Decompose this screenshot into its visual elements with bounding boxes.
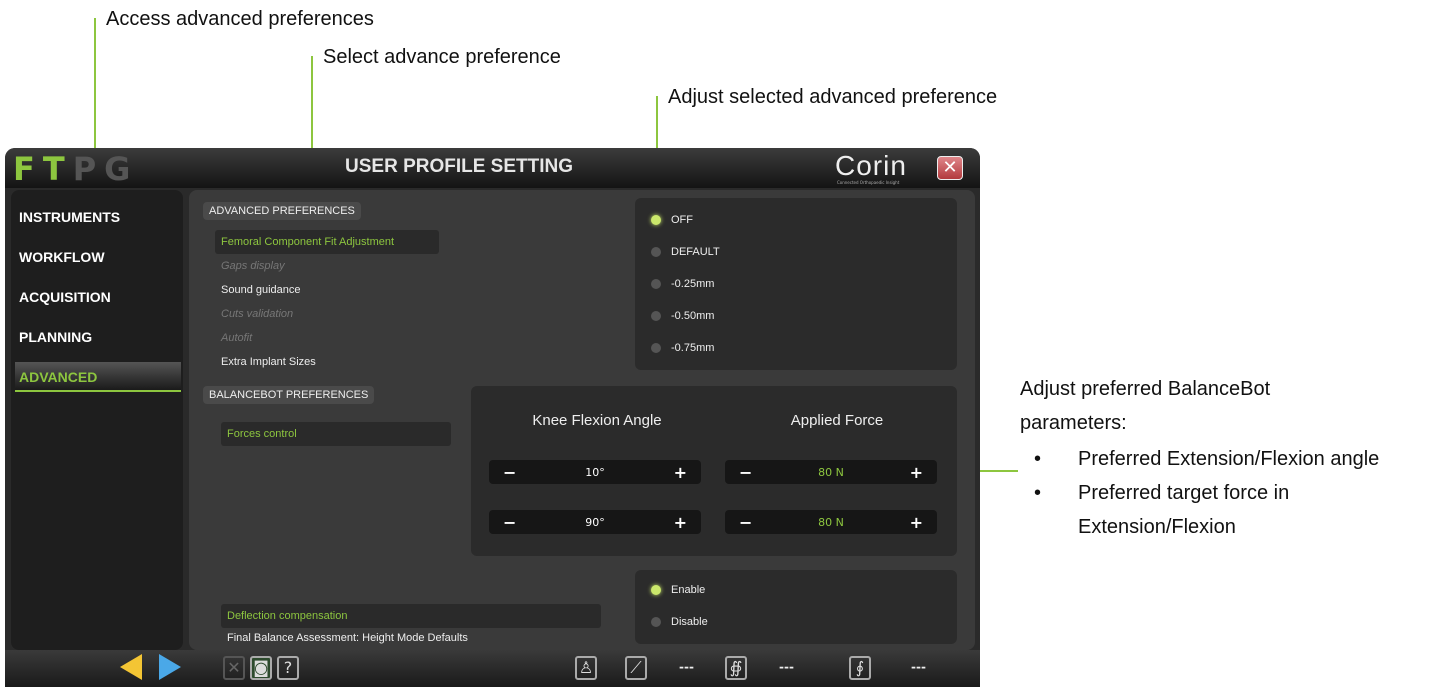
angle-value: 90° xyxy=(585,515,605,529)
knee-balance-icon[interactable]: ∮ xyxy=(849,656,871,680)
corin-logo: Corin xyxy=(835,150,907,181)
deflection-option-panel: Enable Disable xyxy=(635,570,957,644)
pref-extra-implant-sizes[interactable]: Extra Implant Sizes xyxy=(215,350,435,374)
bullet-item: Preferred Extension/Flexion angle xyxy=(1028,444,1448,474)
close-button[interactable]: ✕ xyxy=(937,156,963,180)
applied-force-header: Applied Force xyxy=(790,412,884,429)
angle-value: 10° xyxy=(585,465,605,479)
previous-arrow-icon[interactable] xyxy=(120,654,142,680)
status-value: --- xyxy=(779,660,794,674)
user-profile-window: FTPG USER PROFILE SETTING Corin Connecte… xyxy=(5,148,980,687)
advanced-preference-list: Femoral Component Fit Adjustment Gaps di… xyxy=(215,230,439,374)
balancebot-preferences-header: BALANCEBOT PREFERENCES xyxy=(203,386,375,404)
annotation-access-advanced: Access advanced preferences xyxy=(106,8,374,30)
angle-stepper-extension: − 10° + xyxy=(489,460,701,484)
next-arrow-icon[interactable] xyxy=(159,654,181,680)
camera-icon[interactable]: ◙ xyxy=(250,656,272,680)
advanced-option-panel: OFF DEFAULT -0.25mm -0.50mm -0.75mm xyxy=(635,198,957,370)
status-value: --- xyxy=(911,660,926,674)
option-enable[interactable]: Enable xyxy=(635,574,957,606)
bullet-item: Preferred target force in xyxy=(1028,478,1448,508)
pref-cuts-validation: Cuts validation xyxy=(221,308,294,320)
knee-extension-icon[interactable]: ⟋ xyxy=(625,656,647,680)
balancebot-panel: Knee Flexion Angle Applied Force − 10° +… xyxy=(471,386,957,556)
decrement-button[interactable]: − xyxy=(739,513,752,532)
increment-button[interactable]: + xyxy=(674,463,687,482)
force-stepper-extension: − 80 N + xyxy=(725,460,937,484)
radio-icon xyxy=(651,343,661,353)
option-minus-050[interactable]: -0.50mm xyxy=(635,300,957,332)
advanced-preferences-header: ADVANCED PREFERENCES xyxy=(203,202,361,220)
bullet-item-continuation: Extension/Flexion xyxy=(1078,516,1236,538)
increment-button[interactable]: + xyxy=(910,513,923,532)
option-minus-075[interactable]: -0.75mm xyxy=(635,332,957,364)
help-button[interactable]: ? xyxy=(277,656,299,680)
patient-icon[interactable]: ♙ xyxy=(575,656,597,680)
option-minus-025[interactable]: -0.25mm xyxy=(635,268,957,300)
sidebar-item-advanced[interactable]: ADVANCED xyxy=(15,362,181,392)
pref-gaps-display: Gaps display xyxy=(221,260,285,272)
radio-selected-icon xyxy=(651,585,661,595)
bottom-toolbar: ✕ ◙ ? ♙ ⟋ --- ∯ --- ∮ --- xyxy=(5,650,980,687)
status-value: --- xyxy=(679,660,694,674)
option-default[interactable]: DEFAULT xyxy=(635,236,957,268)
radio-selected-icon xyxy=(651,215,661,225)
pref-sound-guidance[interactable]: Sound guidance xyxy=(215,278,435,302)
pref-autofit: Autofit xyxy=(221,332,253,344)
ftpg-logo: FTPG xyxy=(13,150,139,188)
window-title: USER PROFILE SETTING xyxy=(345,156,574,177)
pref-femoral-fit[interactable]: Femoral Component Fit Adjustment xyxy=(215,230,439,254)
annotation-adjust-selected: Adjust selected advanced preference xyxy=(668,86,998,108)
knee-flexion-angle-header: Knee Flexion Angle xyxy=(532,412,662,429)
sidebar-item-planning[interactable]: PLANNING xyxy=(15,322,181,352)
angle-stepper-flexion: − 90° + xyxy=(489,510,701,534)
sidebar-item-instruments[interactable]: INSTRUMENTS xyxy=(15,202,181,232)
radio-icon xyxy=(651,311,661,321)
title-bar: FTPG USER PROFILE SETTING Corin Connecte… xyxy=(5,148,980,188)
sidebar: INSTRUMENTS WORKFLOW ACQUISITION PLANNIN… xyxy=(11,190,183,650)
annotation-select-advance: Select advance preference xyxy=(323,46,561,68)
balancebot-annotation: Adjust preferred BalanceBot parameters: … xyxy=(1020,372,1448,542)
force-value: 80 N xyxy=(818,465,844,479)
sidebar-item-acquisition[interactable]: ACQUISITION xyxy=(15,282,181,312)
increment-button[interactable]: + xyxy=(910,463,923,482)
force-stepper-flexion: − 80 N + xyxy=(725,510,937,534)
forces-control-item[interactable]: Forces control xyxy=(221,422,451,446)
increment-button[interactable]: + xyxy=(674,513,687,532)
radio-icon xyxy=(651,617,661,627)
balancebot-annotation-title-1: Adjust preferred BalanceBot xyxy=(1020,378,1271,400)
option-disable[interactable]: Disable xyxy=(635,606,957,638)
radio-icon xyxy=(651,279,661,289)
deflection-compensation-item[interactable]: Deflection compensation xyxy=(221,604,601,628)
option-off[interactable]: OFF xyxy=(635,204,957,236)
force-value: 80 N xyxy=(818,515,844,529)
final-balance-assessment-item[interactable]: Final Balance Assessment: Height Mode De… xyxy=(221,626,468,650)
radio-icon xyxy=(651,247,661,257)
decrement-button[interactable]: − xyxy=(503,463,516,482)
decrement-button[interactable]: − xyxy=(503,513,516,532)
tool-icon[interactable]: ✕ xyxy=(223,656,245,680)
corin-tagline: Connected Orthopaedic Insight xyxy=(837,180,900,185)
sidebar-item-workflow[interactable]: WORKFLOW xyxy=(15,242,181,272)
balancebot-annotation-title-2: parameters: xyxy=(1020,412,1127,434)
knee-flexion-icon[interactable]: ∯ xyxy=(725,656,747,680)
main-panel: ADVANCED PREFERENCES Femoral Component F… xyxy=(189,190,975,650)
decrement-button[interactable]: − xyxy=(739,463,752,482)
